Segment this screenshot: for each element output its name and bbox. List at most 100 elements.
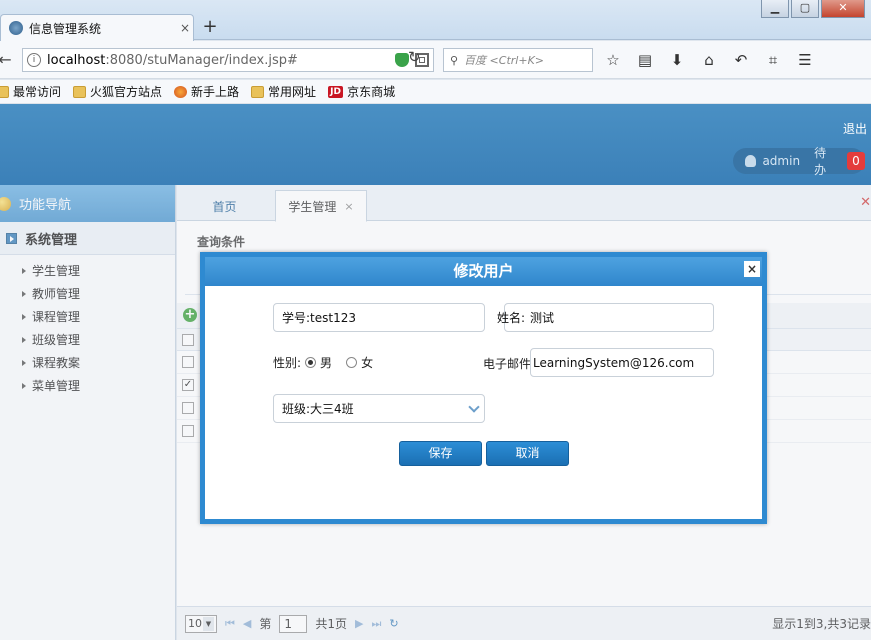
reading-list-icon[interactable]: ▤ <box>632 48 658 72</box>
next-page-icon[interactable]: ▶ <box>355 617 363 630</box>
tab-close-icon[interactable]: × <box>177 21 193 35</box>
gender-female-label[interactable]: 女 <box>361 354 373 371</box>
browser-tab[interactable]: 信息管理系统 × <box>0 14 194 41</box>
name-value: 测试 <box>530 311 555 325</box>
sidebar-item-teachers[interactable]: 教师管理 <box>0 282 175 305</box>
menu-icon[interactable]: ☰ <box>792 48 818 72</box>
class-select[interactable]: 班级: 大三4班 <box>273 394 485 423</box>
email-value: LearningSystem@126.com <box>533 355 695 370</box>
student-id-field[interactable]: 学号: test123 <box>273 303 485 332</box>
main-tabs: 首页 学生管理 × ✕ <box>177 185 871 222</box>
row-checkbox[interactable] <box>182 402 194 414</box>
pagination-bar: 10 ▼ ⏮ ◀ 第 1 共1页 ▶ ⏭ ↻ 显示1到3,共3记录 <box>177 606 871 640</box>
name-field[interactable]: 姓名: 测试 <box>497 303 714 332</box>
chevron-down-icon <box>468 401 480 413</box>
email-field[interactable]: LearningSystem@126.com <box>530 348 714 377</box>
url-bar[interactable]: i localhost:8080/stuManager/index.jsp# <box>22 48 434 72</box>
crop-icon[interactable]: ⌗ <box>760 48 786 72</box>
app-root: 信息管理系统 × + ▁ ▢ ✕ ← i localhost:8080/stuM… <box>0 0 871 640</box>
bookmark-common-sites[interactable]: 常用网址 <box>251 83 316 100</box>
prev-page-icon[interactable]: ◀ <box>243 617 251 630</box>
email-label: 电子邮件: <box>483 357 536 371</box>
reload-icon[interactable]: ↻ <box>408 48 421 66</box>
shield-icon[interactable] <box>395 53 409 67</box>
add-icon[interactable]: + <box>183 308 197 322</box>
username[interactable]: admin <box>762 154 800 168</box>
info-icon[interactable]: i <box>27 53 41 67</box>
dialog-header: 修改用户 × <box>205 257 762 286</box>
undo-icon[interactable]: ↶ <box>728 48 754 72</box>
save-button[interactable]: 保存 <box>399 441 482 466</box>
row-checkbox[interactable]: ✓ <box>182 379 194 391</box>
window-close-button[interactable]: ✕ <box>821 0 865 18</box>
favicon-icon <box>9 21 23 35</box>
bookmark-jd[interactable]: JD 京东商城 <box>328 83 395 100</box>
bookmark-getting-started[interactable]: 新手上路 <box>174 83 239 100</box>
tab-student-management[interactable]: 学生管理 × <box>275 190 367 222</box>
window-controls: ▁ ▢ ✕ <box>761 0 865 18</box>
sidebar-group-system[interactable]: 系统管理 <box>0 222 175 255</box>
search-input[interactable]: ⚲ 百度 <Ctrl+K> <box>443 48 593 72</box>
dialog-title: 修改用户 <box>453 262 514 280</box>
sidebar-item-courses[interactable]: 课程管理 <box>0 305 175 328</box>
arrow-right-icon <box>22 267 26 274</box>
bookmark-star-icon[interactable]: ☆ <box>600 48 626 72</box>
gender-male-radio[interactable] <box>305 357 317 368</box>
logout-link[interactable]: 退出 <box>843 120 867 137</box>
expand-icon <box>6 232 17 244</box>
home-icon[interactable]: ⌂ <box>696 48 722 72</box>
pending-link[interactable]: 待办 <box>814 144 837 178</box>
pager-info: 显示1到3,共3记录 <box>772 617 871 631</box>
row-checkbox[interactable] <box>182 425 194 437</box>
download-icon[interactable]: ⬇ <box>664 48 690 72</box>
page-label: 第 <box>259 617 272 631</box>
name-label: 姓名: <box>497 311 526 325</box>
url-text[interactable]: localhost:8080/stuManager/index.jsp# <box>47 53 389 68</box>
arrow-right-icon <box>22 382 26 389</box>
maximize-button[interactable]: ▢ <box>791 0 819 18</box>
sidebar-header: 功能导航 <box>0 185 175 222</box>
select-all-checkbox[interactable] <box>182 334 194 346</box>
gender-female-radio[interactable] <box>346 357 358 368</box>
jd-icon: JD <box>328 85 344 98</box>
user-icon <box>745 155 757 167</box>
browser-tab-bar: 信息管理系统 × + ▁ ▢ ✕ <box>0 0 871 41</box>
back-icon[interactable]: ← <box>0 50 18 69</box>
user-panel: admin 待办 0 <box>733 146 865 177</box>
new-tab-button[interactable]: + <box>200 17 220 37</box>
page-size-select[interactable]: 10 ▼ <box>185 614 217 633</box>
row-checkbox[interactable] <box>182 356 194 368</box>
pending-badge: 0 <box>847 152 865 170</box>
arrow-right-icon <box>22 359 26 366</box>
sidebar: 功能导航 系统管理 学生管理 教师管理 课程管理 班级管理 课程教案 菜单管理 <box>0 185 176 640</box>
first-page-icon[interactable]: ⏮ <box>225 617 235 631</box>
minimize-button[interactable]: ▁ <box>761 0 789 18</box>
nav-ball-icon <box>0 196 11 211</box>
firefox-icon <box>174 85 188 98</box>
last-page-icon[interactable]: ⏭ <box>372 617 382 631</box>
cancel-button[interactable]: 取消 <box>486 441 569 466</box>
tab-home[interactable]: 首页 <box>177 190 272 222</box>
close-all-icon[interactable]: ✕ <box>860 195 871 210</box>
refresh-icon[interactable]: ↻ <box>389 617 398 630</box>
sidebar-item-students[interactable]: 学生管理 <box>0 259 175 282</box>
browser-toolbar: ☆ ▤ ⬇ ⌂ ↶ ⌗ ☰ <box>600 48 818 72</box>
search-icon: ⚲ <box>450 53 459 67</box>
tab-close-icon[interactable]: × <box>344 200 353 213</box>
sidebar-title: 功能导航 <box>19 198 72 213</box>
search-placeholder: 百度 <Ctrl+K> <box>464 54 544 67</box>
chevron-down-icon: ▼ <box>203 616 214 631</box>
gender-group: 性别: 男 女 <box>273 354 373 371</box>
class-value: 大三4班 <box>310 402 354 416</box>
student-id-label: 学号: <box>282 311 311 325</box>
dialog-close-icon[interactable]: × <box>744 261 760 277</box>
gender-male-label[interactable]: 男 <box>320 354 332 371</box>
page-number-input[interactable]: 1 <box>279 614 308 633</box>
bookmark-firefox-site[interactable]: 火狐官方站点 <box>73 83 162 100</box>
sidebar-item-lesson-plans[interactable]: 课程教案 <box>0 351 175 374</box>
edit-user-dialog: 修改用户 × 学号: test123 姓名: 测试 性别: 男 女 电子邮件: … <box>200 252 767 524</box>
sidebar-item-menus[interactable]: 菜单管理 <box>0 374 175 397</box>
sidebar-item-classes[interactable]: 班级管理 <box>0 328 175 351</box>
bookmark-most-visited[interactable]: 最常访问 <box>0 83 61 100</box>
arrow-right-icon <box>22 336 26 343</box>
